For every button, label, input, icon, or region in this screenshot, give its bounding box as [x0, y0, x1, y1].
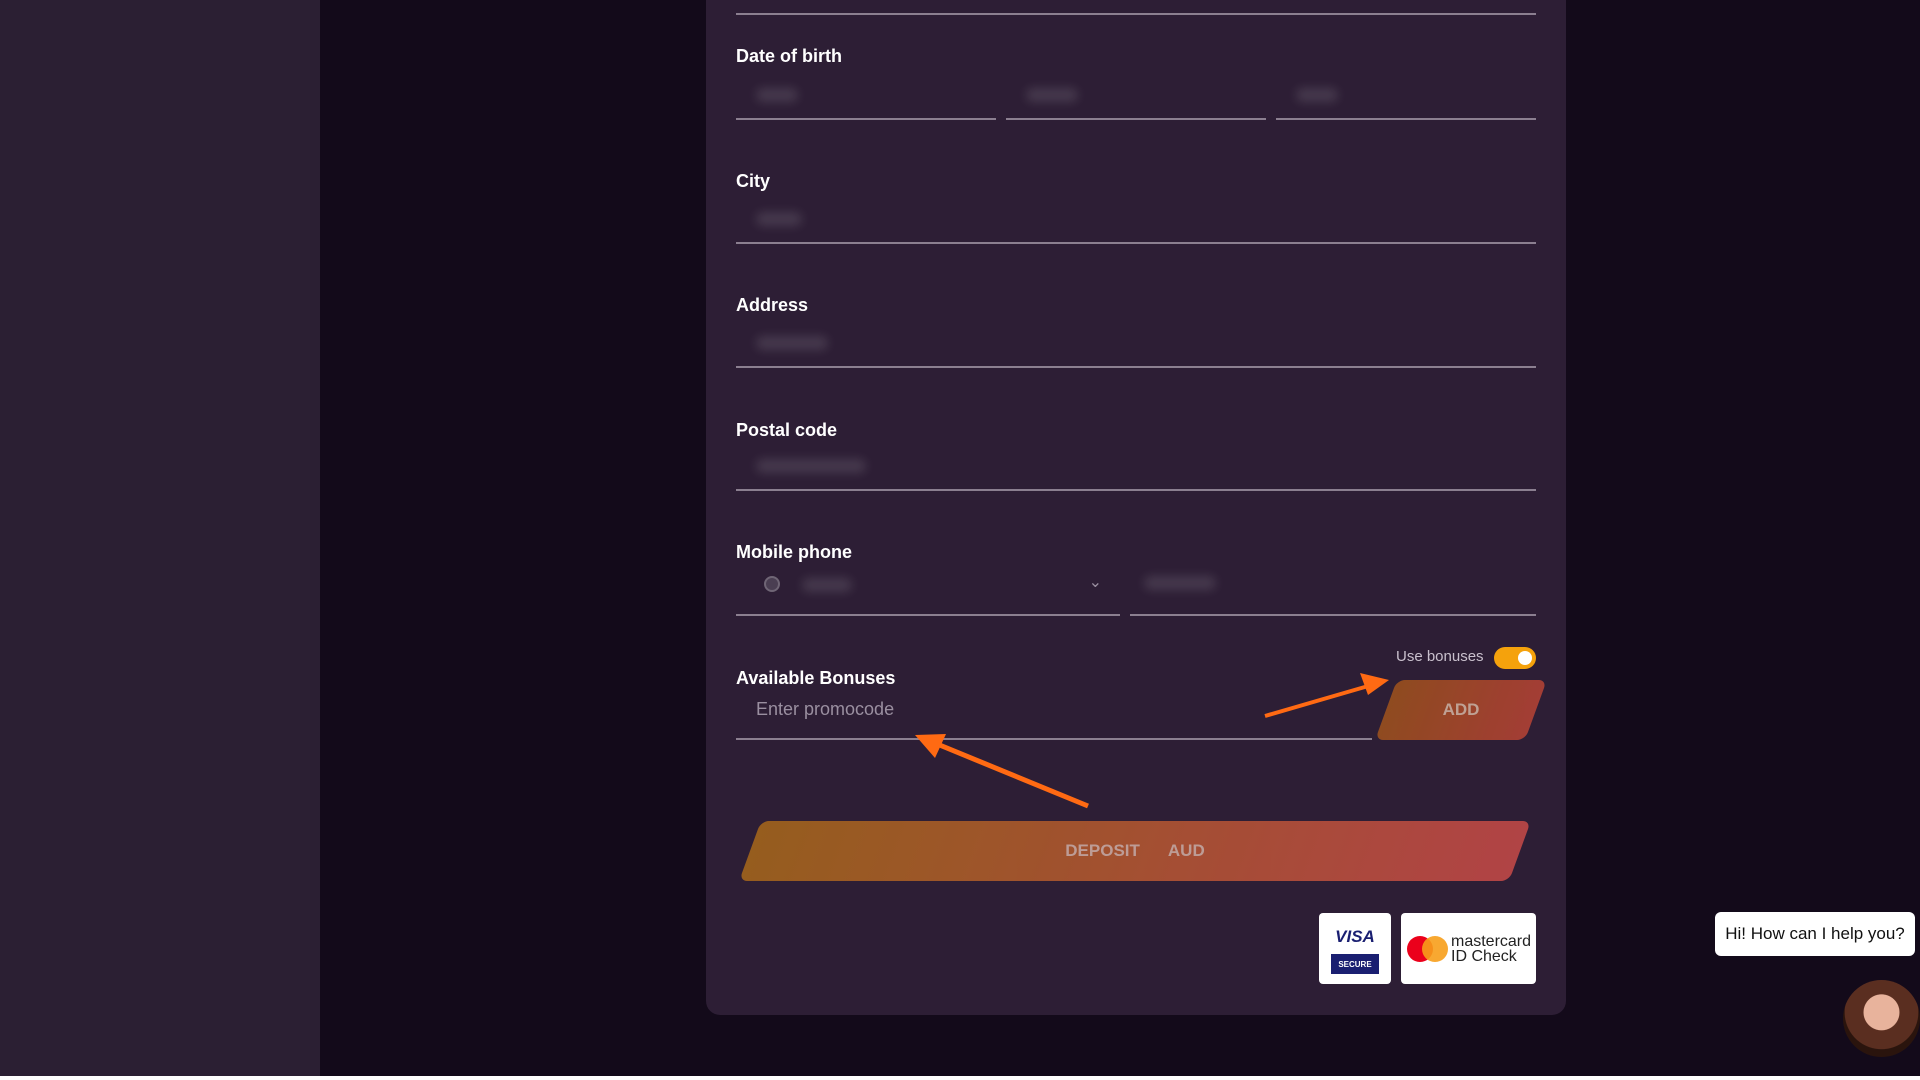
- chevron-down-icon: ⌄: [1088, 574, 1102, 591]
- city-field[interactable]: [736, 198, 1536, 244]
- currency-label: AUD: [1167, 841, 1205, 860]
- address-label: Address: [736, 295, 809, 315]
- mastercard-logo-overlap: [1422, 936, 1448, 962]
- dob-year-blurred-value: [1296, 88, 1338, 102]
- promocode-input[interactable]: [736, 680, 1372, 738]
- city-label: City: [736, 171, 771, 191]
- phone-country-code-select[interactable]: ⌄: [736, 558, 1120, 616]
- deposit-button[interactable]: DEPOSIT AUD: [739, 821, 1531, 881]
- country-code-blurred-value: [802, 578, 852, 592]
- address-blurred-value: [756, 336, 828, 350]
- address-field[interactable]: [736, 322, 1536, 368]
- globe-icon: [764, 576, 780, 592]
- payment-form-card: Date of birth City Address Postal code M…: [706, 0, 1566, 1015]
- add-button-label: ADD: [1442, 700, 1480, 719]
- phone-number-field[interactable]: [1130, 558, 1536, 616]
- dob-day-field[interactable]: [736, 74, 996, 120]
- postal-code-label: Postal code: [736, 420, 838, 440]
- use-bonuses-label: Use bonuses: [1396, 648, 1484, 665]
- chat-agent-avatar[interactable]: [1843, 980, 1920, 1057]
- left-sidebar: [0, 0, 320, 1076]
- dob-year-field[interactable]: [1276, 74, 1536, 120]
- postal-code-field[interactable]: [736, 445, 1536, 491]
- postal-code-blurred-value: [756, 459, 866, 473]
- promocode-field[interactable]: [736, 680, 1372, 740]
- date-of-birth-label: Date of birth: [736, 46, 842, 66]
- phone-number-blurred-value: [1144, 576, 1216, 590]
- mastercard-id-check-badge: mastercard ID Check: [1401, 913, 1536, 984]
- mastercard-id-check-text: ID Check: [1451, 948, 1517, 965]
- dob-day-blurred-value: [756, 88, 798, 102]
- visa-secure-badge: VISA SECURE: [1319, 913, 1391, 984]
- bottom-edge: [0, 1076, 1920, 1080]
- add-promocode-button[interactable]: ADD: [1375, 680, 1547, 740]
- toggle-knob: [1518, 651, 1532, 665]
- previous-field-underline: [736, 13, 1536, 15]
- dob-month-field[interactable]: [1006, 74, 1266, 120]
- visa-secure-text: SECURE: [1331, 954, 1379, 974]
- chat-greeting-bubble[interactable]: Hi! How can I help you?: [1715, 912, 1915, 956]
- city-blurred-value: [756, 212, 802, 226]
- deposit-label: DEPOSIT: [1065, 841, 1140, 860]
- use-bonuses-toggle[interactable]: [1494, 647, 1536, 669]
- visa-logo: VISA: [1335, 927, 1375, 946]
- dob-month-blurred-value: [1026, 88, 1078, 102]
